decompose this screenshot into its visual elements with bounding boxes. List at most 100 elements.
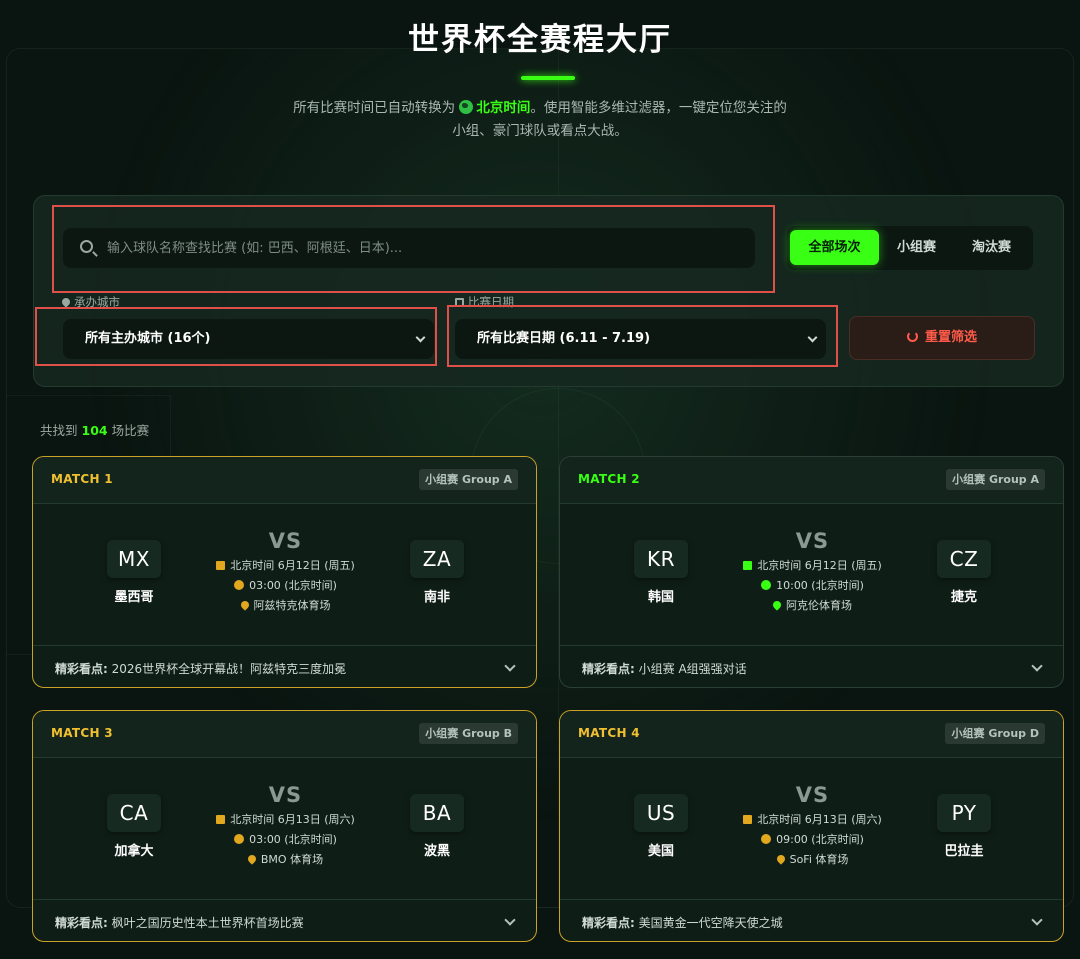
match-card-header: MATCH 1 小组赛 Group A <box>33 457 536 504</box>
results-prefix: 共找到 <box>40 423 78 438</box>
match-highlight-row[interactable]: 精彩看点: 2026世界杯全球开幕战！阿兹特克三度加冕 <box>33 645 536 687</box>
clock-icon <box>761 580 772 590</box>
home-team: KR 韩国 <box>626 540 696 605</box>
match-card[interactable]: MATCH 2 小组赛 Group A KR 韩国 VS 北京时间 6月12日 … <box>559 456 1064 688</box>
results-number: 104 <box>81 423 108 438</box>
search-box[interactable] <box>63 228 755 268</box>
match-date: 北京时间 6月13日 (周六) <box>730 813 895 827</box>
search-icon <box>80 240 93 253</box>
match-card-header: MATCH 4 小组赛 Group D <box>560 711 1063 758</box>
group-badge: 小组赛 Group D <box>945 723 1045 744</box>
chevron-down-icon[interactable] <box>504 660 516 672</box>
home-team: CA 加拿大 <box>99 794 169 859</box>
match-card[interactable]: MATCH 4 小组赛 Group D US 美国 VS 北京时间 6月13日 … <box>559 710 1064 942</box>
date-text: 北京时间 6月12日 (周五) <box>757 559 882 572</box>
subtitle-highlight: 北京时间 <box>459 100 530 116</box>
time-text: 03:00 (北京时间) <box>249 833 337 846</box>
results-suffix: 场比赛 <box>111 423 150 438</box>
team-code: KR <box>634 540 688 578</box>
location-pin-icon <box>774 853 787 865</box>
match-venue: 阿兹特克体育场 <box>203 599 368 613</box>
match-highlight-row[interactable]: 精彩看点: 枫叶之国历史性本土世界杯首场比赛 <box>33 899 536 941</box>
highlight-label: 精彩看点: <box>55 916 108 930</box>
match-number: MATCH 1 <box>51 472 113 486</box>
tab-all-matches[interactable]: 全部场次 <box>790 230 879 265</box>
calendar-icon <box>216 815 226 824</box>
vs-label: VS <box>795 783 830 807</box>
tab-knockout[interactable]: 淘汰赛 <box>954 230 1029 265</box>
match-number: MATCH 4 <box>578 726 640 740</box>
highlight-text: 小组赛 A组强强对话 <box>638 662 747 676</box>
chevron-down-icon <box>807 332 818 343</box>
clock-icon <box>234 580 245 590</box>
match-time: 09:00 (北京时间) <box>730 833 895 847</box>
clock-icon <box>234 834 245 844</box>
away-team: BA 波黑 <box>402 794 472 859</box>
home-team: US 美国 <box>626 794 696 859</box>
match-card[interactable]: MATCH 3 小组赛 Group B CA 加拿大 VS 北京时间 6月13日… <box>32 710 537 942</box>
location-pin-icon <box>771 599 783 611</box>
time-text: 03:00 (北京时间) <box>249 579 337 592</box>
date-label-text: 比赛日期 <box>468 295 514 309</box>
reset-label: 重置筛选 <box>924 330 977 345</box>
match-venue: BMO 体育场 <box>203 853 368 867</box>
page-title: 世界杯全赛程大厅 <box>408 22 672 58</box>
location-pin-icon <box>238 599 251 611</box>
city-label-text: 承办城市 <box>74 295 120 309</box>
away-team: ZA 南非 <box>402 540 472 605</box>
chevron-down-icon[interactable] <box>504 914 516 926</box>
page-subtitle: 所有比赛时间已自动转换为 北京时间。使用智能多维过滤器，一键定位您关注的 小组、… <box>270 97 810 143</box>
vs-label: VS <box>795 529 830 553</box>
clock-icon <box>761 834 772 844</box>
match-highlight-row[interactable]: 精彩看点: 美国黄金一代空降天使之城 <box>560 899 1063 941</box>
venue-text: BMO 体育场 <box>260 853 324 866</box>
location-pin-icon <box>60 296 72 308</box>
subtitle-text-post: 。使用智能多维过滤器，一键定位您关注的 <box>530 100 787 116</box>
group-badge: 小组赛 Group A <box>946 469 1045 490</box>
chevron-down-icon[interactable] <box>1031 660 1043 672</box>
tab-group-stage[interactable]: 小组赛 <box>879 230 954 265</box>
match-info: VS 北京时间 6月13日 (周六) 03:00 (北京时间) BMO 体育场 <box>203 783 368 867</box>
team-name: 墨西哥 <box>114 590 154 605</box>
time-text: 10:00 (北京时间) <box>776 579 864 592</box>
calendar-icon <box>743 561 753 570</box>
highlight-text: 美国黄金一代空降天使之城 <box>638 916 783 930</box>
team-code: CA <box>107 794 161 832</box>
match-info: VS 北京时间 6月13日 (周六) 09:00 (北京时间) SoFi 体育场 <box>730 783 895 867</box>
match-highlight: 精彩看点: 枫叶之国历史性本土世界杯首场比赛 <box>55 914 304 931</box>
match-time: 03:00 (北京时间) <box>203 833 368 847</box>
chevron-down-icon[interactable] <box>1031 914 1043 926</box>
vs-label: VS <box>268 529 303 553</box>
team-name: 捷克 <box>950 590 977 605</box>
match-date: 北京时间 6月12日 (周五) <box>730 559 895 573</box>
time-text: 09:00 (北京时间) <box>776 833 864 846</box>
date-select[interactable]: 所有比赛日期 (6.11 - 7.19) <box>455 319 826 359</box>
team-name: 韩国 <box>647 590 674 605</box>
date-filter-label: 比赛日期 <box>455 294 514 310</box>
date-text: 北京时间 6月13日 (周六) <box>230 813 355 826</box>
calendar-icon <box>455 298 464 307</box>
home-team: MX 墨西哥 <box>99 540 169 605</box>
venue-text: 阿克伦体育场 <box>786 599 852 612</box>
group-badge: 小组赛 Group A <box>419 469 518 490</box>
highlight-text: 枫叶之国历史性本土世界杯首场比赛 <box>111 916 304 930</box>
city-select[interactable]: 所有主办城市 (16个) <box>63 319 434 359</box>
match-info: VS 北京时间 6月12日 (周五) 03:00 (北京时间) 阿兹特克体育场 <box>203 529 368 613</box>
subtitle-text: 所有比赛时间已自动转换为 <box>293 100 456 116</box>
beijing-time-label: 北京时间 <box>476 100 531 116</box>
date-text: 北京时间 6月12日 (周五) <box>230 559 355 572</box>
team-code: MX <box>107 540 161 578</box>
match-highlight-row[interactable]: 精彩看点: 小组赛 A组强强对话 <box>560 645 1063 687</box>
match-time: 03:00 (北京时间) <box>203 579 368 593</box>
venue-text: 阿兹特克体育场 <box>253 599 331 612</box>
reset-filters-button[interactable]: 重置筛选 <box>849 316 1035 360</box>
match-time: 10:00 (北京时间) <box>730 579 895 593</box>
match-card[interactable]: MATCH 1 小组赛 Group A MX 墨西哥 VS 北京时间 6月12日… <box>32 456 537 688</box>
calendar-icon <box>216 561 226 570</box>
match-info: VS 北京时间 6月12日 (周五) 10:00 (北京时间) 阿克伦体育场 <box>730 529 895 613</box>
title-underline <box>521 76 575 80</box>
search-input[interactable] <box>107 228 737 268</box>
venue-text: SoFi 体育场 <box>789 853 849 866</box>
match-card-header: MATCH 2 小组赛 Group A <box>560 457 1063 504</box>
match-highlight: 精彩看点: 2026世界杯全球开幕战！阿兹特克三度加冕 <box>55 660 346 677</box>
